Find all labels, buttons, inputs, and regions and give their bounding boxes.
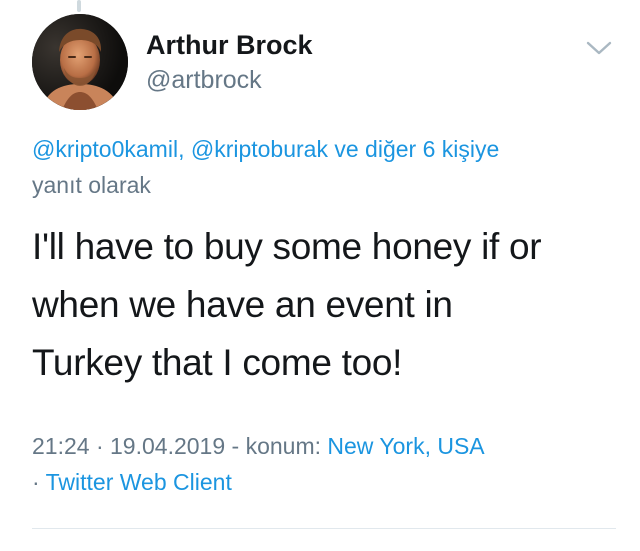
tweet-metadata: 21:24 · 19.04.2019 - konum: New York, US… (32, 428, 622, 500)
tweet-text-line: when we have an event in (32, 284, 453, 325)
tweet-author[interactable]: Arthur Brock @artbrock (146, 30, 313, 95)
reply-mention-kriptoburak[interactable]: @kriptoburak (191, 136, 328, 162)
author-display-name[interactable]: Arthur Brock (146, 30, 313, 60)
tweet-date[interactable]: 19.04.2019 (110, 433, 225, 459)
avatar[interactable] (32, 14, 128, 110)
location-prefix: - konum: (225, 433, 328, 459)
thread-connector-line (77, 0, 81, 12)
author-handle[interactable]: @artbrock (146, 65, 313, 95)
chevron-down-icon (586, 41, 612, 55)
reply-context: @kripto0kamil, @kriptoburak ve diğer 6 k… (32, 131, 622, 203)
more-options-button[interactable] (584, 38, 614, 58)
divider (32, 528, 616, 529)
meta-separator: · (89, 433, 111, 459)
reply-mention-kripto0kamil[interactable]: @kripto0kamil (32, 136, 178, 162)
reply-mention-separator: , (178, 136, 191, 162)
tweet-source-link[interactable]: Twitter Web Client (46, 469, 232, 495)
reply-suffix: yanıt olarak (32, 172, 151, 198)
tweet-text: I'll have to buy some honey if or when w… (32, 218, 622, 392)
tweet-text-line: I'll have to buy some honey if or (32, 226, 542, 267)
reply-others-link[interactable]: ve diğer 6 kişiye (328, 136, 499, 162)
tweet-time[interactable]: 21:24 (32, 433, 90, 459)
tweet-text-line: Turkey that I come too! (32, 342, 403, 383)
source-prefix: · (32, 469, 46, 495)
tweet-location-link[interactable]: New York, USA (327, 433, 484, 459)
avatar-image (32, 14, 128, 110)
